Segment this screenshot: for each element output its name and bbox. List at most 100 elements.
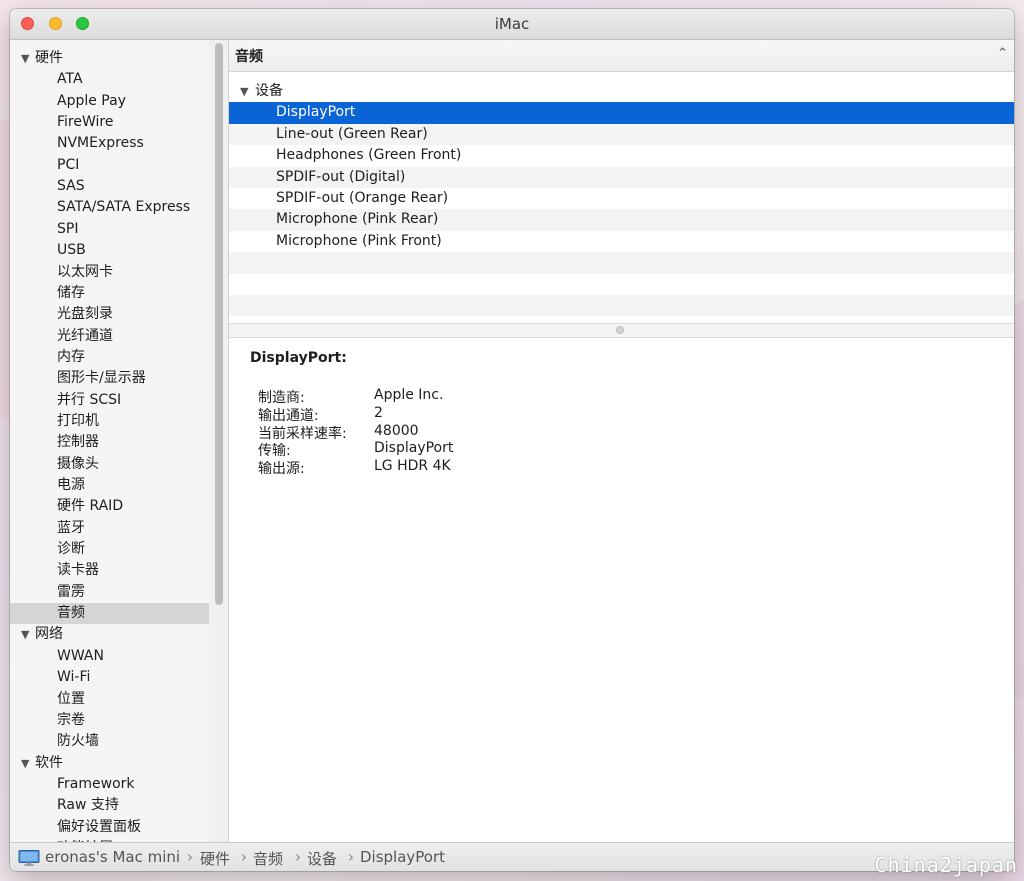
sidebar-item-label: 储存 xyxy=(57,284,85,301)
sidebar-item-label: Wi-Fi xyxy=(57,669,91,686)
empty-row xyxy=(229,274,1014,295)
property-value: Apple Inc. xyxy=(374,387,444,403)
sidebar-item-label: 蓝牙 xyxy=(57,519,85,536)
sidebar-item[interactable]: 图形卡/显示器 xyxy=(10,368,209,389)
device-row[interactable]: Line-out (Green Rear) xyxy=(229,123,1014,146)
app-window: iMac ▼ 硬件 ATA Apple Pay FireWire NVMExpress PC… xyxy=(10,9,1014,871)
device-row[interactable]: SPDIF-out (Orange Rear) xyxy=(229,188,1014,209)
sidebar-item[interactable]: NVMExpress xyxy=(10,133,209,154)
sidebar-item[interactable]: 摄像头 xyxy=(10,454,209,475)
sidebar-item[interactable]: Framework xyxy=(10,774,209,795)
sidebar-item-label: NVMExpress xyxy=(57,135,144,152)
pane-splitter[interactable] xyxy=(229,323,1014,338)
sidebar-item-label: 摄像头 xyxy=(57,455,99,472)
sidebar-group[interactable]: ▼ 硬件 xyxy=(10,48,209,69)
sidebar-item[interactable]: 雷雳 xyxy=(10,582,209,603)
sidebar-item[interactable]: USB xyxy=(10,240,209,261)
property-row: 传输: DisplayPort xyxy=(258,440,858,459)
property-key: 输出源: xyxy=(258,461,305,478)
breadcrumb-item[interactable]: 设备 xyxy=(307,848,337,869)
sidebar-item-label: Raw 支持 xyxy=(57,797,119,814)
sidebar-item[interactable]: FireWire xyxy=(10,112,209,133)
sidebar-item[interactable]: SATA/SATA Express xyxy=(10,197,209,218)
chevron-up-icon[interactable]: ⌃ xyxy=(997,46,1008,61)
path-bar: eronas's Mac mini › 硬件 › 音频 › 设备 › DisplayPort xyxy=(10,842,1014,871)
device-row[interactable]: DisplayPort xyxy=(229,102,1014,124)
sidebar-item[interactable]: 防火墙 xyxy=(10,731,209,752)
sidebar-item-label: 偏好设置面板 xyxy=(57,818,141,835)
breadcrumb-item[interactable]: eronas's Mac mini xyxy=(45,848,180,866)
sidebar-group[interactable]: ▼ 软件 xyxy=(10,753,209,774)
sidebar-item[interactable]: 以太网卡 xyxy=(10,262,209,283)
sidebar-item-label: SATA/SATA Express xyxy=(57,199,191,216)
sidebar-item[interactable]: Apple Pay xyxy=(10,91,209,112)
section-header[interactable]: 音频 ⌃ xyxy=(229,40,1014,72)
disclosure-triangle-icon[interactable]: ▼ xyxy=(21,753,29,774)
sidebar-item[interactable]: 位置 xyxy=(10,689,209,710)
sidebar-scrollbar-thumb[interactable] xyxy=(215,43,223,605)
device-label: Line-out (Green Rear) xyxy=(276,125,428,142)
property-value: 2 xyxy=(374,404,383,421)
sidebar-item[interactable]: 打印机 xyxy=(10,411,209,432)
device-label: Microphone (Pink Rear) xyxy=(276,211,439,228)
sidebar-item-label: 读卡器 xyxy=(57,562,99,579)
sidebar-item[interactable]: 宗卷 xyxy=(10,710,209,731)
device-group-label: 设备 xyxy=(255,83,283,99)
splitter-handle-icon[interactable] xyxy=(616,326,624,334)
sidebar-item[interactable]: 音频 xyxy=(10,603,209,625)
sidebar-item-label: 诊断 xyxy=(57,541,85,558)
property-value: LG HDR 4K xyxy=(374,458,451,475)
sidebar-item[interactable]: SAS xyxy=(10,176,209,197)
sidebar-item[interactable]: 电源 xyxy=(10,475,209,496)
breadcrumb-item[interactable]: 硬件 xyxy=(200,848,230,869)
sidebar-item[interactable]: Wi-Fi xyxy=(10,667,209,688)
disclosure-triangle-icon[interactable]: ▼ xyxy=(240,81,248,102)
sidebar-item-label: WWAN xyxy=(57,647,104,664)
sidebar-item[interactable]: 蓝牙 xyxy=(10,518,209,539)
section-title: 音频 xyxy=(235,49,263,65)
sidebar-item[interactable]: 诊断 xyxy=(10,539,209,560)
sidebar-item[interactable]: 光盘刻录 xyxy=(10,304,209,325)
imac-icon xyxy=(18,850,40,866)
disclosure-triangle-icon[interactable]: ▼ xyxy=(21,624,29,645)
sidebar-item-label: Framework xyxy=(57,775,135,792)
sidebar-item-label: 控制器 xyxy=(57,434,99,451)
device-label: Headphones (Green Front) xyxy=(276,147,462,164)
sidebar-item-label: 防火墙 xyxy=(57,733,99,750)
device-row[interactable]: Microphone (Pink Front) xyxy=(229,231,1014,252)
breadcrumb-item[interactable]: 音频 xyxy=(253,848,283,869)
sidebar-item[interactable]: ATA xyxy=(10,69,209,90)
sidebar-group[interactable]: ▼ 网络 xyxy=(10,624,209,645)
sidebar-item[interactable]: 光纤通道 xyxy=(10,326,209,347)
sidebar-item[interactable]: 读卡器 xyxy=(10,560,209,581)
sidebar-item[interactable]: SPI xyxy=(10,219,209,240)
sidebar-item-label: 打印机 xyxy=(57,412,99,429)
device-group-row[interactable]: ▼ 设备 xyxy=(229,81,1014,102)
device-row[interactable]: Headphones (Green Front) xyxy=(229,145,1014,166)
breadcrumb-separator: › xyxy=(241,848,247,866)
sidebar-item[interactable]: PCI xyxy=(10,155,209,176)
sidebar: ▼ 硬件 ATA Apple Pay FireWire NVMExpress PCI SAS S… xyxy=(10,40,209,842)
sidebar-item-label: 雷雳 xyxy=(57,583,85,600)
device-label: Microphone (Pink Front) xyxy=(276,232,442,249)
breadcrumb-item[interactable]: DisplayPort xyxy=(360,848,445,866)
sidebar-item[interactable]: Raw 支持 xyxy=(10,795,209,816)
sidebar-item-label: 位置 xyxy=(57,690,85,707)
sidebar-item[interactable]: 硬件 RAID xyxy=(10,496,209,517)
empty-row xyxy=(229,252,1014,274)
sidebar-item[interactable]: 偏好设置面板 xyxy=(10,817,209,838)
sidebar-item[interactable]: 内存 xyxy=(10,347,209,368)
sidebar-item[interactable]: WWAN xyxy=(10,646,209,667)
device-row[interactable]: SPDIF-out (Digital) xyxy=(229,166,1014,188)
sidebar-item-label: Apple Pay xyxy=(57,92,126,109)
sidebar-item-label: 软件 xyxy=(35,754,63,771)
sidebar-item[interactable]: 并行 SCSI xyxy=(10,390,209,411)
disclosure-triangle-icon[interactable]: ▼ xyxy=(21,48,29,69)
property-row: 输出通道: 2 xyxy=(258,404,858,424)
sidebar-item[interactable]: 储存 xyxy=(10,283,209,304)
device-label: DisplayPort xyxy=(276,104,356,121)
sidebar-item-label: USB xyxy=(57,242,86,259)
sidebar-item-label: 内存 xyxy=(57,348,85,365)
device-row[interactable]: Microphone (Pink Rear) xyxy=(229,209,1014,231)
sidebar-item[interactable]: 控制器 xyxy=(10,432,209,453)
